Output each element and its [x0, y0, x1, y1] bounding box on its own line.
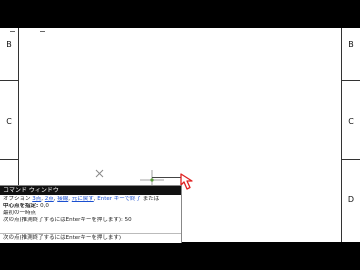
ruler-label-b: B [6, 40, 12, 49]
option-2p[interactable]: 2点 [45, 196, 54, 202]
center-point-value: 0,0 [40, 203, 49, 209]
command-input[interactable]: 次の点(推測終了するにはEnterキーを押します) [0, 233, 181, 243]
ruler-tick [342, 159, 360, 160]
ruler-tick [0, 80, 18, 81]
option-undo[interactable]: 元に戻す [72, 196, 94, 202]
point-x-icon [95, 169, 104, 178]
command-prompt: 次の点(推測終了するにはEnterキーを押します) [3, 235, 122, 241]
right-ruler: B C D [341, 28, 360, 242]
command-window-title: コマンド ウィンドウ [0, 186, 181, 195]
command-history: オプション 3点, 2点, 接線, 元に戻す, Enter キーで終了 または … [0, 195, 181, 224]
option-3p[interactable]: 3点 [32, 196, 41, 202]
ruler-label-b: B [348, 40, 354, 49]
command-line-4: 次の点(推測終了するにはEnterキーを押します): 50 [3, 217, 132, 223]
option-ttr[interactable]: 接線 [57, 196, 68, 202]
command-line-3: 最初の一時点 [3, 210, 37, 216]
command-line-2: 中心点を指定: 0,0 [3, 203, 178, 210]
enter-suffix: または [140, 196, 160, 202]
enter-hint: Enter キーで終了 [97, 196, 141, 202]
command-options-line: オプション 3点, 2点, 接線, 元に戻す, Enter キーで終了 または [3, 196, 160, 202]
ruler-tick [0, 159, 18, 160]
ruler-tick [342, 80, 360, 81]
ruler-label-d: D [347, 195, 355, 204]
ruler-label-c: C [348, 117, 354, 126]
options-prefix: オプション [3, 196, 33, 202]
ruler-label-c: C [6, 117, 12, 126]
command-window[interactable]: コマンド ウィンドウ オプション 3点, 2点, 接線, 元に戻す, Enter… [0, 185, 182, 243]
center-point-label: 中心点を指定: [3, 203, 41, 209]
